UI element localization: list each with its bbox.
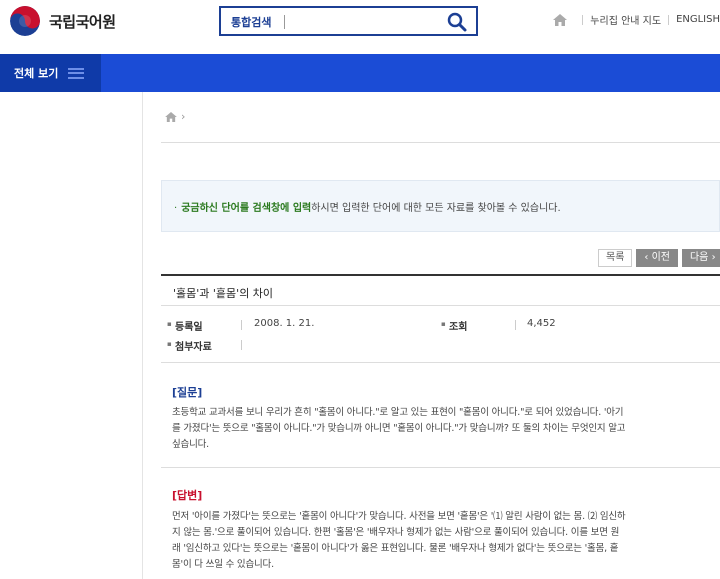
question-line: 초등학교 교과서를 보니 우리가 흔히 "홀몸이 아니다."로 알고 있는 표현… [172, 407, 624, 418]
meta-row: 등록일 2008. 1. 21. 조회 4,452 [161, 318, 720, 338]
meta-separator [515, 320, 516, 330]
answer-body: 먼저 '아이를 가졌다'는 뜻으로는 '홑몸이 아니다'가 맞습니다. 사전을 … [172, 509, 712, 573]
hamburger-icon [68, 67, 85, 79]
taegeuk-logo-icon [10, 6, 40, 36]
site-header: 국립국어원 통합검색 누리집 안내 지도 ENGLISH [0, 0, 720, 54]
notice-text: 하시면 입력한 단어에 대한 모든 자료를 찾아볼 수 있습니다. [311, 203, 561, 214]
meta-separator [241, 340, 242, 350]
search-icon [447, 12, 467, 32]
search-notice: · 궁금하신 단어를 검색창에 입력하시면 입력한 단어에 대한 모든 자료를 찾… [161, 180, 720, 232]
meta-separator [241, 320, 242, 330]
search-divider [284, 15, 285, 29]
utility-links: 누리집 안내 지도 ENGLISH [553, 12, 720, 27]
notice-highlight: 궁금하신 단어를 검색창에 입력 [181, 203, 312, 214]
question-heading: [질문] [172, 386, 203, 399]
answer-line: 지 않는 몸.'으로 풀이되어 있습니다. 한편 '홀몸'은 '배우자나 형제가… [172, 527, 620, 538]
list-button[interactable]: 목록 [598, 249, 633, 267]
divider [161, 362, 720, 363]
search-scope-label[interactable]: 통합검색 [231, 14, 271, 30]
util-separator [582, 14, 584, 25]
date-value: 2008. 1. 21. [254, 318, 315, 329]
answer-heading: [답변] [172, 489, 203, 502]
search-box: 통합검색 [219, 6, 478, 36]
next-button[interactable]: 다음 › [681, 249, 720, 267]
breadcrumb: › [165, 110, 185, 123]
site-name: 국립국어원 [49, 12, 116, 31]
answer-line: 몸'이 다 쓰일 수 있습니다. [172, 559, 274, 570]
english-link[interactable]: ENGLISH [676, 14, 720, 25]
chevron-right-icon: › [181, 110, 186, 123]
question-line: 싶습니다. [172, 439, 209, 450]
meta-row: 첨부자료 [161, 338, 720, 358]
views-value: 4,452 [527, 318, 556, 329]
post-meta: 등록일 2008. 1. 21. 조회 4,452 첨부자료 [161, 318, 720, 358]
search-button[interactable] [446, 11, 468, 33]
site-logo[interactable]: 국립국어원 [10, 6, 116, 36]
post-nav-buttons: 목록 ‹ 이전 다음 › [598, 249, 720, 267]
search-input[interactable] [289, 11, 439, 31]
home-icon[interactable] [553, 13, 568, 26]
views-label: 조회 [441, 318, 468, 333]
util-separator [668, 14, 670, 25]
attachment-label: 첨부자료 [167, 338, 212, 353]
bullet-icon: · [174, 203, 178, 214]
divider [161, 467, 720, 468]
all-view-button[interactable]: 전체 보기 [0, 54, 101, 92]
sitemap-link[interactable]: 누리집 안내 지도 [590, 12, 661, 27]
answer-line: 래 '임신하고 있다'는 뜻으로는 '홑몸이 아니다'가 옳은 표현입니다. 물… [172, 543, 619, 554]
question-line: 를 가졌다'는 뜻으로 "홀몸이 아니다."가 맞습니까 아니면 "홑몸이 아니… [172, 423, 626, 434]
date-label: 등록일 [167, 318, 202, 333]
divider [161, 142, 720, 143]
home-icon[interactable] [165, 111, 177, 122]
question-body: 초등학교 교과서를 보니 우리가 흔히 "홀몸이 아니다."로 알고 있는 표현… [172, 405, 712, 453]
left-sidebar [0, 92, 143, 579]
main-navbar: 전체 보기 [0, 54, 720, 92]
prev-button[interactable]: ‹ 이전 [636, 249, 678, 267]
all-view-label: 전체 보기 [14, 67, 59, 80]
post-title: '홀몸'과 '흩몸'의 차이 [161, 274, 720, 306]
answer-line: 먼저 '아이를 가졌다'는 뜻으로는 '홑몸이 아니다'가 맞습니다. 사전을 … [172, 511, 626, 522]
